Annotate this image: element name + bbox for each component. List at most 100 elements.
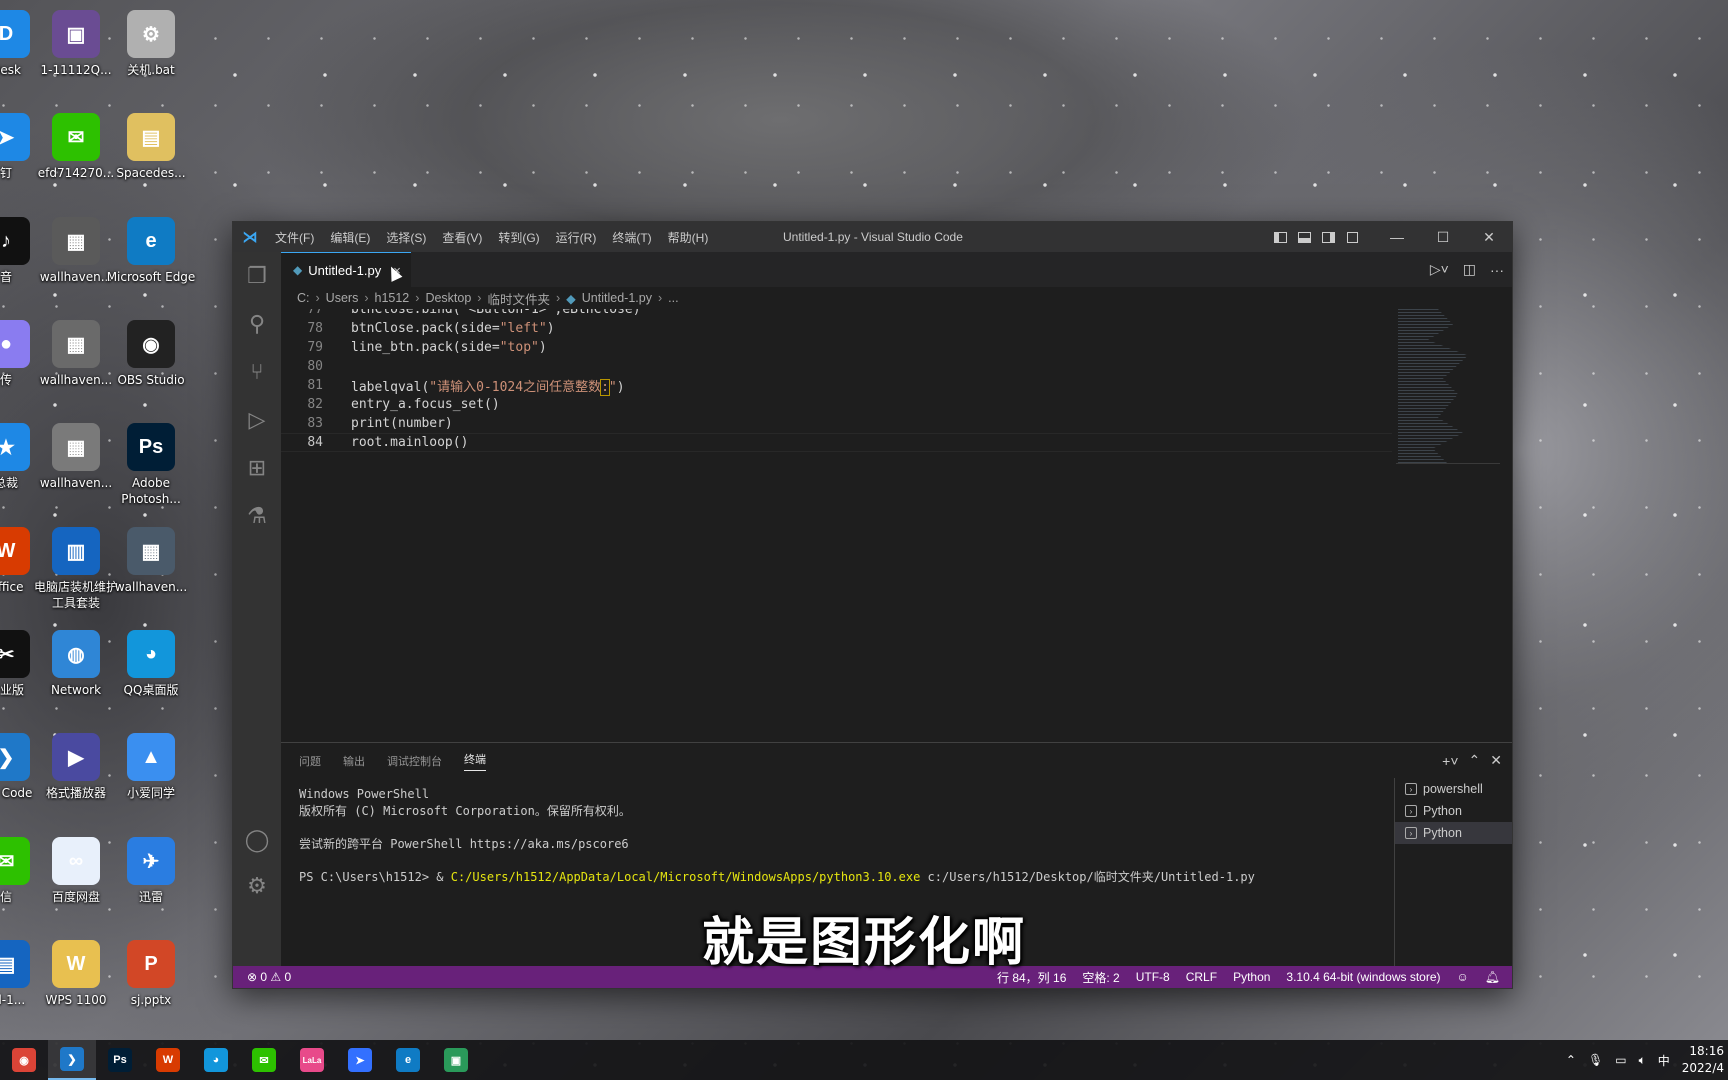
split-editor-icon[interactable]: ◫ (1463, 261, 1476, 278)
desktop-icon[interactable]: Ps Adobe Photosh... (105, 423, 197, 507)
menu-item[interactable]: 文件(F) (267, 229, 322, 246)
desktop-icon[interactable]: ◉ OBS Studio (105, 320, 197, 388)
close-window-button[interactable]: ✕ (1466, 222, 1512, 252)
code-line[interactable]: 77 btnClose.bind("<Button-1>",eBtnClose) (281, 309, 1392, 319)
terminal-line: 版权所有 (C) Microsoft Corporation。保留所有权利。 (299, 804, 631, 818)
tray-overflow-icon[interactable]: ⌃ (1566, 1053, 1576, 1067)
desktop-icon[interactable]: ▤ Spacedes... (105, 113, 197, 181)
menu-item[interactable]: 终端(T) (604, 229, 659, 246)
panel-tab[interactable]: 问题 (299, 753, 321, 769)
menu-item[interactable]: 转到(G) (490, 229, 547, 246)
breadcrumb-item[interactable]: Users (326, 291, 359, 305)
terminal-instance[interactable]: › Python (1395, 800, 1512, 822)
clock-time: 18:16 (1689, 1044, 1724, 1058)
desktop-icon[interactable]: ◕ QQ桌面版 (105, 630, 197, 698)
taskbar-app-feishu[interactable]: ➤ (336, 1040, 384, 1080)
taskbar-app-vscode[interactable]: ❯ (48, 1040, 96, 1080)
menu-item[interactable]: 选择(S) (378, 229, 434, 246)
desktop-icon[interactable]: ▲ 小爱同学 (105, 733, 197, 801)
desktop-icon-label: ed-1... (0, 993, 26, 1007)
taskbar-app-edge[interactable]: e (384, 1040, 432, 1080)
clock[interactable]: 18:16 2022/4 (1682, 1043, 1724, 1077)
taskbar-app-lala[interactable]: LaLa (288, 1040, 336, 1080)
code-text: entry_a.focus_set() (337, 397, 500, 412)
code-line[interactable]: 84 root.mainloop() (281, 433, 1392, 452)
desktop-icon[interactable]: e Microsoft Edge (105, 217, 197, 285)
explorer-icon[interactable]: ❐ (233, 252, 281, 300)
minimize-button[interactable]: — (1374, 222, 1420, 252)
volume-icon[interactable]: 🔈︎ (1639, 1053, 1646, 1068)
taskbar-app-qq[interactable]: ◕ (192, 1040, 240, 1080)
app-icon: ◕ (127, 630, 175, 678)
breadcrumb-item[interactable]: h1512 (375, 291, 410, 305)
panel-tab[interactable]: 调试控制台 (387, 753, 442, 769)
breadcrumb-item[interactable]: 临时文件夹 (487, 289, 550, 308)
menu-item[interactable]: 帮助(H) (660, 229, 717, 246)
code-line[interactable]: 83 print(number) (281, 414, 1392, 433)
panel-actions: +˅ ⌃ ✕ (1442, 743, 1502, 778)
app-icon: ▣ (444, 1048, 468, 1072)
taskbar-app-wps[interactable]: W (144, 1040, 192, 1080)
toggle-sidebar-icon[interactable] (1268, 222, 1292, 252)
python-file-icon: ◆ (566, 291, 576, 306)
panel-tab[interactable]: 终端 (464, 751, 486, 771)
taskbar-app-wechat[interactable]: ✉ (240, 1040, 288, 1080)
new-terminal-icon[interactable]: +˅ (1442, 753, 1458, 769)
toggle-secondary-sidebar-icon[interactable] (1316, 222, 1340, 252)
desktop-icon[interactable]: ⚙ 关机.bat (105, 10, 197, 78)
desktop-icon-label: 1-11112Q... (40, 63, 112, 77)
breadcrumb-item[interactable]: Desktop (425, 291, 471, 305)
customize-layout-icon[interactable] (1340, 222, 1364, 252)
code-line[interactable]: 82 entry_a.focus_set() (281, 395, 1392, 414)
menu-item[interactable]: 运行(R) (548, 229, 605, 246)
extensions-icon[interactable]: ⊞ (233, 444, 281, 492)
maximize-button[interactable]: ☐ (1420, 222, 1466, 252)
code-text: labelqval("请输入0-1024之间任意整数:") (337, 376, 625, 396)
editor-area: ◆ Untitled-1.py × ▷˅ ◫ ··· C: › Users › h151… (281, 252, 1512, 966)
desktop-icon-label: 专业版 (0, 683, 24, 697)
window-title: Untitled-1.py - Visual Studio Code (783, 230, 963, 244)
toggle-panel-icon[interactable] (1292, 222, 1316, 252)
app-icon: ✉ (0, 837, 30, 885)
code-line[interactable]: 79 line_btn.pack(side="top") (281, 338, 1392, 357)
run-python-icon[interactable]: ▷˅ (1430, 261, 1449, 278)
account-icon[interactable]: ◯ (233, 816, 281, 864)
breadcrumb-item[interactable]: ... (668, 291, 678, 305)
code-line[interactable]: 80 (281, 357, 1392, 376)
desktop-icon[interactable]: ✈ 迅雷 (105, 837, 197, 905)
menu-item[interactable]: 编辑(E) (322, 229, 378, 246)
terminal-output[interactable]: Windows PowerShell 版权所有 (C) Microsoft Co… (299, 786, 1299, 886)
desktop-icon-label: Network (50, 683, 102, 697)
edge-icon: e (396, 1048, 420, 1072)
close-panel-icon[interactable]: ✕ (1490, 752, 1502, 769)
app-icon: ✂ (0, 630, 30, 678)
menu-item[interactable]: 查看(V) (434, 229, 490, 246)
code-line[interactable]: 78 btnClose.pack(side="left") (281, 319, 1392, 338)
ime-indicator[interactable]: 中 (1658, 1052, 1670, 1069)
source-control-icon[interactable]: ⑂ (233, 348, 281, 396)
terminal-instance[interactable]: › powershell (1395, 778, 1512, 800)
chrome-icon: ◉ (12, 1048, 36, 1072)
testing-icon[interactable]: ⚗ (233, 492, 281, 540)
breadcrumb-item[interactable]: C: (297, 291, 310, 305)
minimap-slider[interactable] (1396, 309, 1500, 464)
breadcrumb-item[interactable]: Untitled-1.py (582, 291, 652, 305)
taskbar: ◉ ❯ Ps W ◕ ✉ LaLa ➤ e ▣ ⌃ 🎙︎ ▭ 🔈︎ 中 18:16 2022/4 (0, 1040, 1728, 1080)
terminal-instance[interactable]: › Python (1395, 822, 1512, 844)
terminal-command-line: PS C:\Users\h1512> & C:/Users/h1512/AppD… (299, 869, 1299, 886)
string-token: "请输入0-1024之间任意整数 (429, 380, 602, 395)
taskbar-app-app[interactable]: ▣ (432, 1040, 480, 1080)
desktop-icon[interactable]: ▦ wallhaven... (105, 527, 197, 595)
code-text: line_btn.pack(side="top") (337, 340, 547, 355)
more-actions-icon[interactable]: ··· (1490, 262, 1504, 278)
network-icon[interactable]: ▭ (1615, 1053, 1626, 1067)
taskbar-app-chrome[interactable]: ◉ (0, 1040, 48, 1080)
taskbar-app-photoshop[interactable]: Ps (96, 1040, 144, 1080)
maximize-panel-icon[interactable]: ⌃ (1469, 752, 1481, 769)
run-debug-icon[interactable]: ▷ (233, 396, 281, 444)
code-editor[interactable]: 77 btnClose.bind("<Button-1>",eBtnClose) 7… (281, 309, 1392, 679)
microphone-icon[interactable]: 🎙︎ (1588, 1053, 1603, 1067)
panel-tab[interactable]: 输出 (343, 753, 365, 769)
code-line[interactable]: 81 labelqval("请输入0-1024之间任意整数:") (281, 376, 1392, 396)
search-icon[interactable]: ⚲ (233, 300, 281, 348)
